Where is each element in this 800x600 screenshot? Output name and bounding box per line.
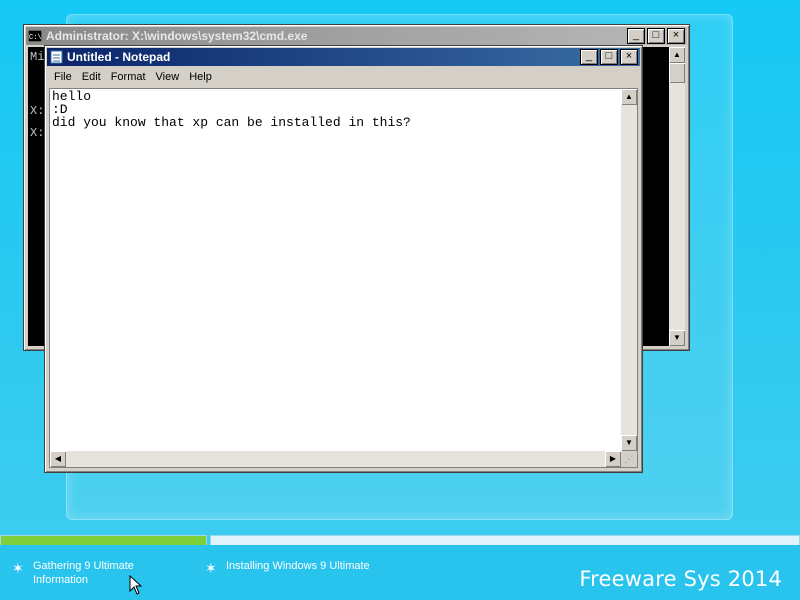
menu-view[interactable]: View — [151, 71, 185, 83]
scroll-down-arrow-icon[interactable]: ▼ — [669, 330, 685, 346]
step-star-icon: ✶ — [12, 560, 24, 576]
scroll-right-arrow-icon[interactable]: ▶ — [605, 451, 621, 467]
installer-footer: ✶ Gathering 9 Ultimate Information ✶ Ins… — [0, 545, 800, 600]
brand-watermark: Freeware Sys 2014 — [579, 567, 782, 591]
cmd-line: Mi — [30, 50, 45, 64]
notepad-title-bar[interactable]: Untitled - Notepad _ □ × — [47, 48, 640, 66]
notepad-window-title: Untitled - Notepad — [67, 50, 171, 64]
cmd-app-icon: C:\ — [28, 30, 42, 42]
scroll-thumb[interactable] — [669, 63, 685, 83]
step-1-progress-fill — [1, 536, 206, 545]
cmd-title-bar[interactable]: C:\ Administrator: X:\windows\system32\c… — [26, 27, 687, 45]
mouse-pointer-icon — [129, 575, 143, 595]
installer-step-2: ✶ Installing Windows 9 Ultimate — [205, 559, 426, 575]
menu-format[interactable]: Format — [106, 71, 151, 83]
installer-progress-row — [0, 533, 800, 546]
scroll-left-arrow-icon[interactable]: ◀ — [50, 451, 66, 467]
cmd-vertical-scrollbar[interactable]: ▲ ▼ — [669, 47, 685, 346]
scroll-up-arrow-icon[interactable]: ▲ — [669, 47, 685, 63]
svg-text:C:\: C:\ — [29, 34, 42, 42]
close-button[interactable]: × — [667, 28, 685, 44]
cmd-window-title: Administrator: X:\windows\system32\cmd.e… — [46, 29, 308, 43]
cmd-line: X: — [30, 104, 45, 118]
resize-grip-icon[interactable]: ⋰ — [621, 451, 637, 467]
close-button[interactable]: × — [620, 49, 638, 65]
notepad-text-area[interactable]: hello :D did you know that xp can be ins… — [49, 88, 638, 468]
maximize-button[interactable]: □ — [647, 28, 665, 44]
scroll-up-arrow-icon[interactable]: ▲ — [621, 89, 637, 105]
menu-edit[interactable]: Edit — [77, 71, 106, 83]
minimize-button[interactable]: _ — [580, 49, 598, 65]
step-2-label: Installing Windows 9 Ultimate — [226, 560, 370, 572]
notepad-menu-bar: File Edit Format View Help — [49, 68, 638, 86]
notepad-text-content[interactable]: hello :D did you know that xp can be ins… — [52, 90, 411, 129]
menu-file[interactable]: File — [49, 71, 77, 83]
notepad-horizontal-scrollbar[interactable]: ◀ ▶ — [50, 451, 621, 467]
notepad-app-icon — [50, 50, 63, 64]
installer-step-1: ✶ Gathering 9 Ultimate Information — [12, 559, 163, 587]
step-star-icon: ✶ — [205, 560, 217, 576]
maximize-button[interactable]: □ — [600, 49, 618, 65]
menu-help[interactable]: Help — [184, 71, 217, 83]
notepad-window[interactable]: Untitled - Notepad _ □ × File Edit Forma… — [44, 45, 643, 473]
minimize-button[interactable]: _ — [627, 28, 645, 44]
cmd-line: X: — [30, 126, 45, 140]
step-1-label: Gathering 9 Ultimate Information — [33, 560, 134, 586]
notepad-vertical-scrollbar[interactable]: ▲ ▼ — [621, 89, 637, 451]
scroll-down-arrow-icon[interactable]: ▼ — [621, 435, 637, 451]
